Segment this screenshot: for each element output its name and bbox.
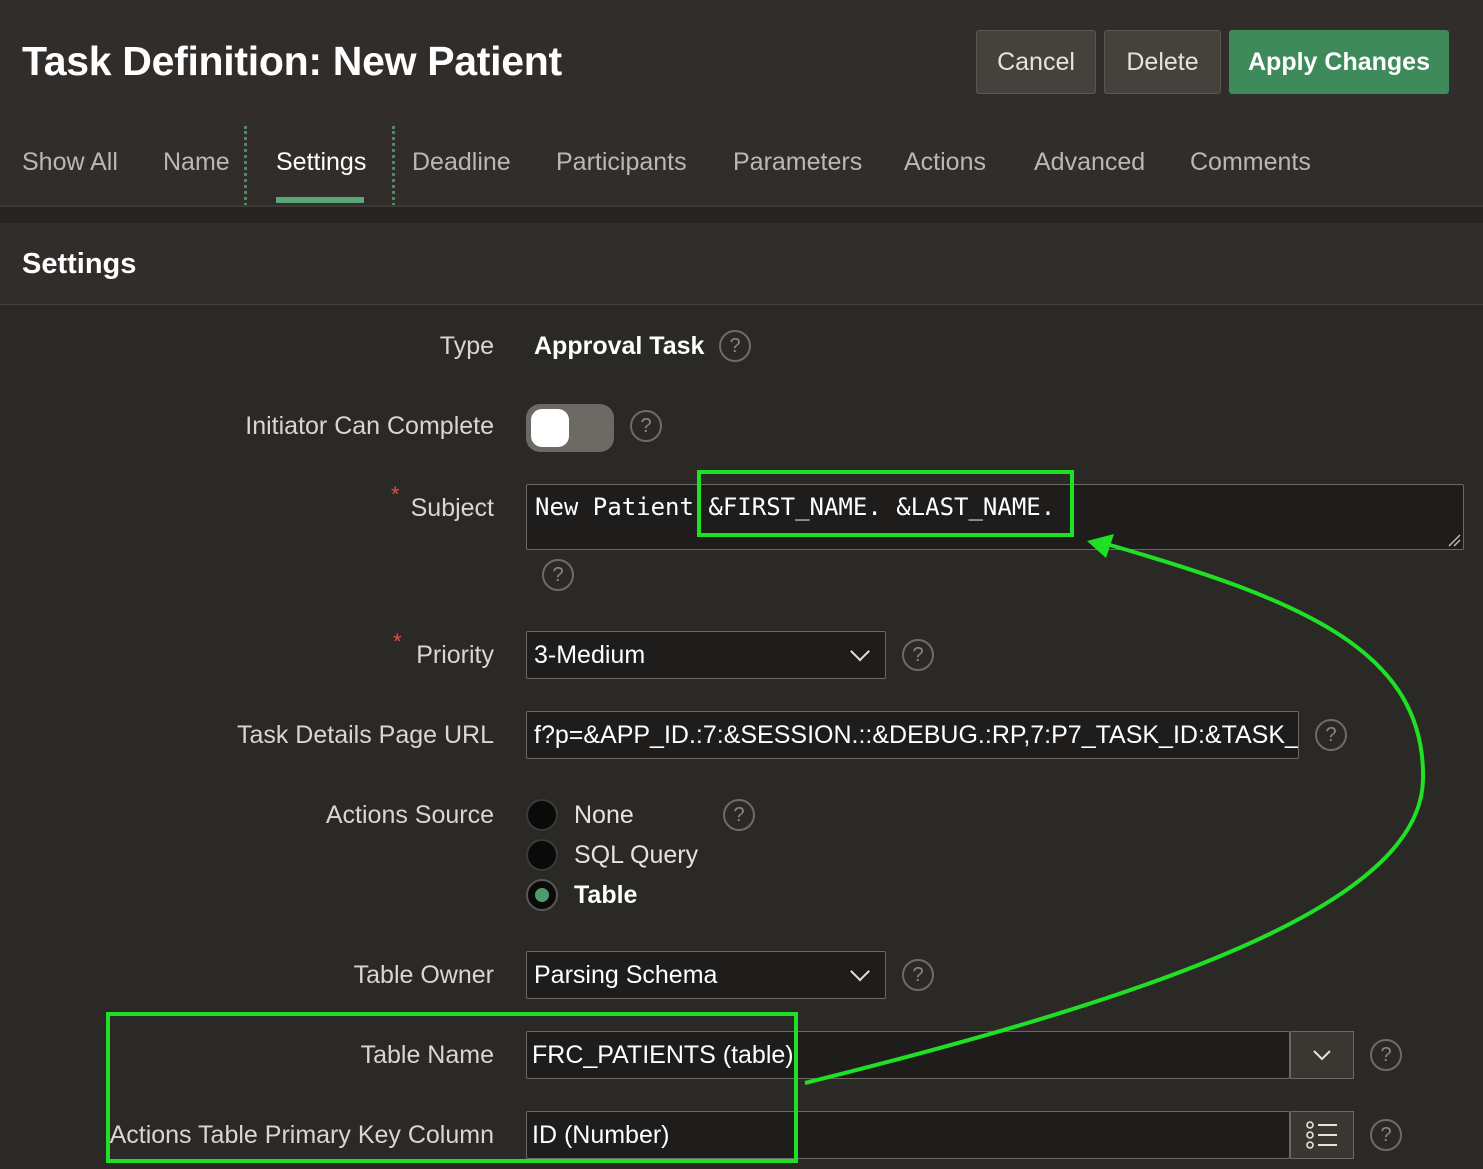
settings-region-header: Settings <box>0 223 1483 305</box>
tab-divider <box>244 126 247 206</box>
radio-label-none[interactable]: None <box>574 801 634 830</box>
help-icon[interactable]: ? <box>1370 1039 1402 1071</box>
tab-participants[interactable]: Participants <box>556 148 687 177</box>
help-icon[interactable]: ? <box>1315 719 1347 751</box>
subject-value: New Patient &FIRST_NAME. &LAST_NAME. <box>535 493 1056 521</box>
initiator-can-complete-toggle[interactable] <box>526 404 614 452</box>
pk-column-value: ID (Number) <box>532 1120 670 1149</box>
task-details-url-input[interactable]: f?p=&APP_ID.:7:&SESSION.::&DEBUG.:RP,7:P… <box>526 711 1299 759</box>
tab-name[interactable]: Name <box>163 148 230 177</box>
pk-column-label: Actions Table Primary Key Column <box>109 1121 494 1149</box>
help-icon[interactable]: ? <box>902 959 934 991</box>
tab-divider <box>392 126 395 206</box>
initiator-can-complete-label: Initiator Can Complete <box>245 412 494 440</box>
divider <box>0 207 1483 223</box>
pk-column-input[interactable]: ID (Number) <box>526 1111 1290 1159</box>
delete-button[interactable]: Delete <box>1104 30 1221 94</box>
type-value: Approval Task <box>534 332 705 360</box>
subject-label: Subject <box>410 494 494 522</box>
priority-label: Priority <box>416 641 494 669</box>
tab-settings[interactable]: Settings <box>276 148 366 177</box>
help-icon[interactable]: ? <box>719 330 751 362</box>
table-name-input[interactable]: FRC_PATIENTS (table) <box>526 1031 1290 1079</box>
active-tab-indicator <box>276 197 364 203</box>
radio-label-table[interactable]: Table <box>574 881 637 910</box>
tab-bar: Show All Name Settings Deadline Particip… <box>0 128 1483 206</box>
table-name-dropdown-button[interactable] <box>1290 1031 1354 1079</box>
tab-parameters[interactable]: Parameters <box>733 148 862 177</box>
chevron-down-icon <box>850 641 870 662</box>
cancel-button[interactable]: Cancel <box>976 30 1096 94</box>
apply-changes-button[interactable]: Apply Changes <box>1229 30 1449 94</box>
pk-column-list-button[interactable] <box>1290 1111 1354 1159</box>
tab-deadline[interactable]: Deadline <box>412 148 511 177</box>
tab-comments[interactable]: Comments <box>1190 148 1311 177</box>
radio-selected-dot <box>535 888 549 902</box>
help-icon[interactable]: ? <box>1370 1119 1402 1151</box>
toggle-knob <box>531 409 569 447</box>
radio-sql-query[interactable] <box>526 839 558 871</box>
radio-none[interactable] <box>526 799 558 831</box>
tab-show-all[interactable]: Show All <box>22 148 118 177</box>
radio-table[interactable] <box>526 879 558 911</box>
page-title: Task Definition: New Patient <box>22 38 562 84</box>
table-owner-select[interactable]: Parsing Schema <box>526 951 886 999</box>
subject-textarea[interactable]: New Patient &FIRST_NAME. &LAST_NAME. <box>526 484 1464 550</box>
required-indicator: * <box>393 629 402 654</box>
chevron-down-icon <box>850 961 870 982</box>
table-owner-value: Parsing Schema <box>534 960 718 989</box>
actions-source-label: Actions Source <box>325 801 494 829</box>
priority-select[interactable]: 3-Medium <box>526 631 886 679</box>
tab-actions[interactable]: Actions <box>904 148 986 177</box>
resize-grip-icon[interactable] <box>1447 533 1461 547</box>
tab-advanced[interactable]: Advanced <box>1034 148 1145 177</box>
required-indicator: * <box>391 482 400 507</box>
task-details-url-value: f?p=&APP_ID.:7:&SESSION.::&DEBUG.:RP,7:P… <box>534 720 1299 749</box>
radio-label-sql-query[interactable]: SQL Query <box>574 841 698 870</box>
task-details-url-label: Task Details Page URL <box>236 721 494 749</box>
help-icon[interactable]: ? <box>630 410 662 442</box>
table-owner-label: Table Owner <box>353 961 494 989</box>
list-icon <box>1306 1121 1337 1149</box>
table-name-value: FRC_PATIENTS (table) <box>532 1040 794 1069</box>
help-icon[interactable]: ? <box>723 799 755 831</box>
help-icon[interactable]: ? <box>902 639 934 671</box>
type-label: Type <box>439 332 494 360</box>
help-icon[interactable]: ? <box>542 559 574 591</box>
table-name-label: Table Name <box>360 1041 494 1069</box>
priority-value: 3-Medium <box>534 640 646 669</box>
chevron-down-icon <box>1313 1050 1331 1061</box>
region-title: Settings <box>22 248 137 280</box>
